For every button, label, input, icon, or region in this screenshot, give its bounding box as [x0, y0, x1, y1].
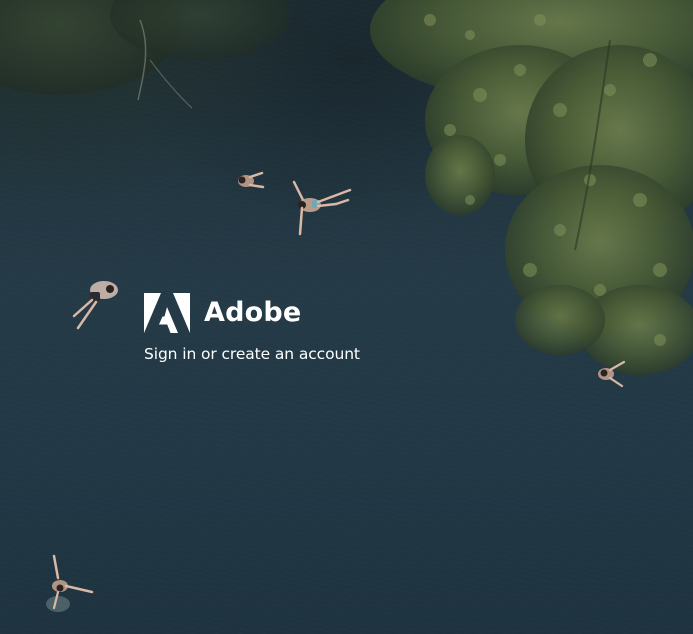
- swimmer-figure: [238, 171, 265, 189]
- swimmer-figure: [72, 281, 118, 330]
- sign-in-page: Adobe Sign in or create an account: [0, 0, 693, 634]
- swimmer-figure: [46, 554, 94, 612]
- brand-header: Adobe: [144, 293, 301, 333]
- adobe-logo-icon: [144, 293, 190, 333]
- swimmer-figure: [292, 180, 352, 236]
- brand-name: Adobe: [204, 297, 302, 328]
- sign-in-tagline: Sign in or create an account: [144, 345, 360, 363]
- swimmer-figure: [598, 360, 626, 388]
